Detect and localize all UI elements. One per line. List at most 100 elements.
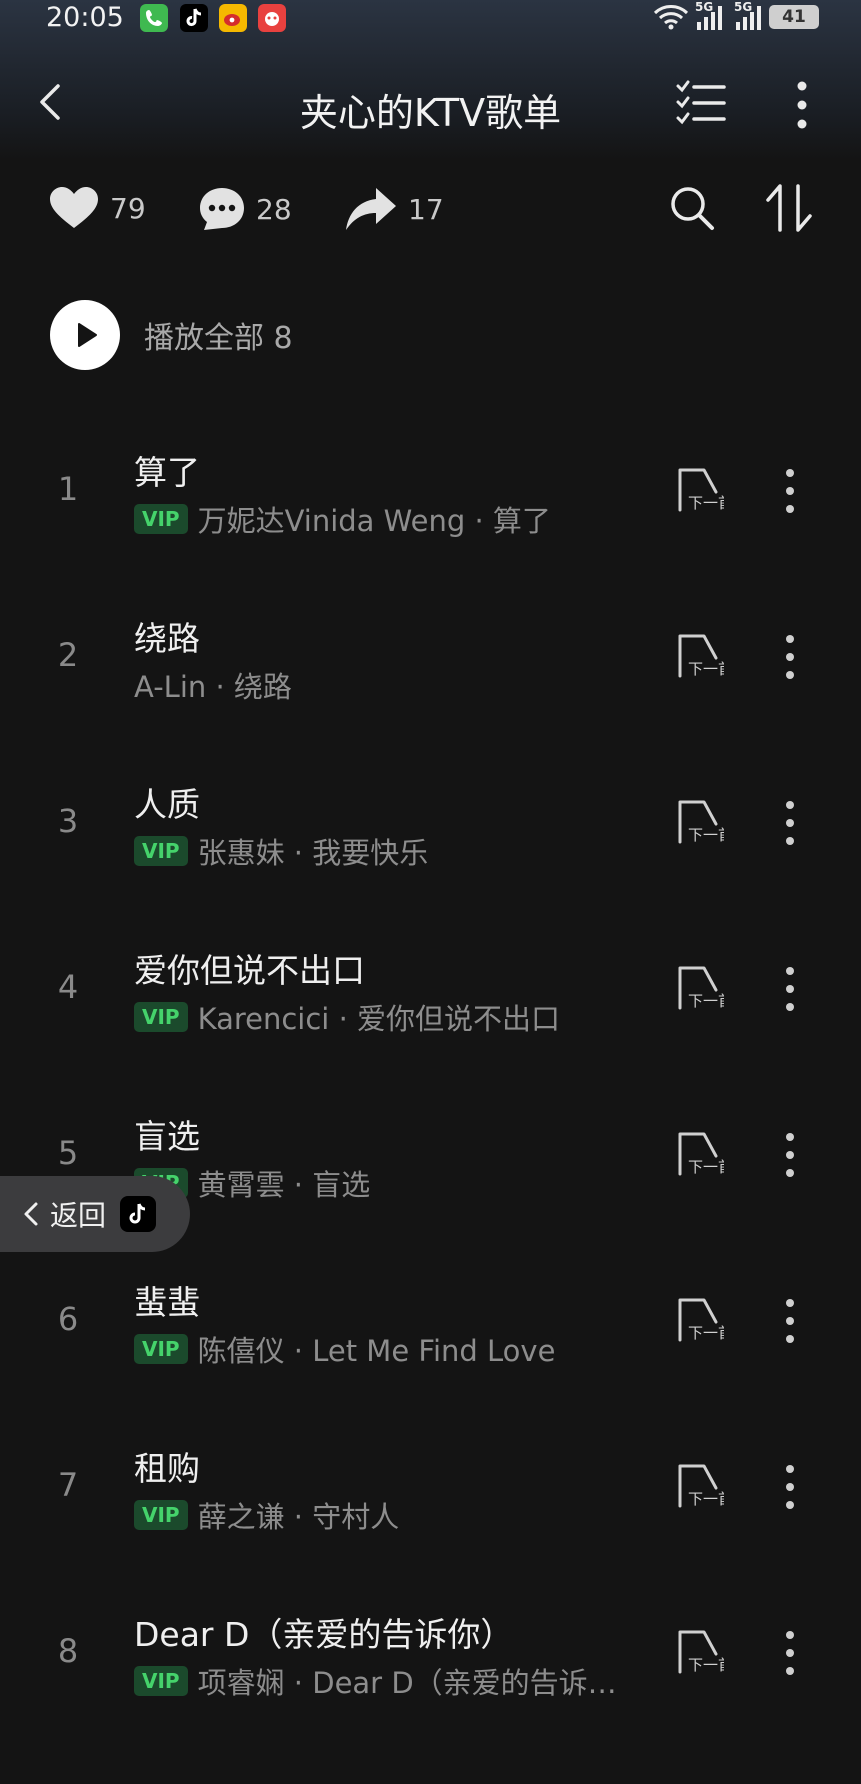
song-index: 8 — [57, 1632, 79, 1670]
artist-album: 薛之谦 · 守村人 — [197, 1500, 400, 1534]
status-indicators: 5G 5G 41 — [653, 0, 819, 30]
song-index: 3 — [57, 802, 79, 840]
like-button[interactable]: 79 — [48, 186, 146, 230]
play-next-icon: 下一首 — [678, 1464, 733, 1508]
comment-button[interactable]: 28 — [198, 186, 292, 232]
artist-album: Karencici · 爱你但说不出口 — [197, 1002, 561, 1036]
song-index: 1 — [57, 470, 79, 508]
more-options-button[interactable] — [780, 80, 824, 130]
song-options-button[interactable] — [770, 634, 810, 680]
play-next-button[interactable]: 下一首 — [674, 632, 733, 680]
song-title: Dear D（亲爱的告诉你） — [134, 1615, 514, 1654]
svg-text:下一首: 下一首 — [688, 1324, 724, 1342]
share-count: 17 — [408, 192, 444, 226]
play-next-button[interactable]: 下一首 — [674, 964, 733, 1012]
svg-text:下一首: 下一首 — [688, 1158, 724, 1176]
song-row[interactable]: 8 Dear D（亲爱的告诉你） VIP 项睿娴 · Dear D（亲爱的告诉… 下一首 — [0, 1594, 861, 1760]
play-next-icon: 下一首 — [678, 634, 733, 678]
status-time: 20:05 — [46, 2, 124, 33]
phone-app-icon — [140, 4, 168, 32]
vip-badge: VIP — [134, 1002, 188, 1032]
song-row[interactable]: 6 蜚蜚 VIP 陈僖仪 · Let Me Find Love 下一首 — [0, 1262, 861, 1428]
more-vertical-icon — [786, 1299, 794, 1343]
song-title: 爱你但说不出口 — [134, 951, 365, 990]
sort-button[interactable] — [762, 182, 816, 234]
more-vertical-icon — [797, 81, 807, 129]
chevron-left-icon — [24, 1202, 38, 1226]
song-options-button[interactable] — [770, 800, 810, 846]
song-row[interactable]: 7 租购 VIP 薛之谦 · 守村人 下一首 — [0, 1428, 861, 1594]
share-icon — [346, 188, 396, 230]
song-title: 蜚蜚 — [134, 1283, 200, 1322]
comment-count: 28 — [256, 192, 292, 226]
share-button[interactable]: 17 — [344, 186, 444, 232]
play-next-button[interactable]: 下一首 — [674, 1628, 733, 1676]
play-all-label: 播放全部 8 — [144, 321, 293, 356]
song-options-button[interactable] — [770, 966, 810, 1012]
heart-icon — [50, 187, 98, 228]
artist-album: 项睿娴 · Dear D（亲爱的告诉… — [197, 1666, 617, 1700]
song-meta: VIP 万妮达Vinida Weng · 算了 — [134, 498, 551, 540]
multi-select-button[interactable] — [674, 78, 728, 128]
status-bar: 20:05 5G 5G 41 — [0, 0, 861, 40]
playlist-actions: 79 28 17 — [0, 178, 861, 238]
play-next-button[interactable]: 下一首 — [674, 1296, 733, 1344]
play-next-button[interactable]: 下一首 — [674, 1462, 733, 1510]
return-to-douyin-button[interactable]: 返回 — [0, 1176, 190, 1252]
song-options-button[interactable] — [770, 1298, 810, 1344]
more-vertical-icon — [786, 635, 794, 679]
artist-album: A-Lin · 绕路 — [134, 670, 292, 704]
cellular-signal-2-icon: 5G — [734, 0, 761, 30]
song-options-button[interactable] — [770, 468, 810, 514]
song-row[interactable]: 3 人质 VIP 张惠妹 · 我要快乐 下一首 — [0, 764, 861, 930]
song-meta: VIP 薛之谦 · 守村人 — [134, 1494, 399, 1536]
song-row[interactable]: 2 绕路 A-Lin · 绕路 下一首 — [0, 598, 861, 764]
song-meta: VIP 项睿娴 · Dear D（亲爱的告诉… — [134, 1660, 617, 1702]
song-index: 2 — [57, 636, 79, 674]
song-options-button[interactable] — [770, 1630, 810, 1676]
song-index: 7 — [57, 1466, 79, 1504]
song-options-button[interactable] — [770, 1464, 810, 1510]
like-count: 79 — [110, 191, 146, 225]
battery-indicator: 41 — [769, 5, 819, 29]
vip-badge: VIP — [134, 1500, 188, 1530]
song-title: 人质 — [134, 785, 200, 824]
top-app-bar: 夹心的KTV歌单 — [0, 60, 861, 150]
svg-text:下一首: 下一首 — [688, 660, 724, 678]
artist-album: 万妮达Vinida Weng · 算了 — [197, 504, 551, 538]
song-row[interactable]: 1 算了 VIP 万妮达Vinida Weng · 算了 下一首 — [0, 432, 861, 598]
song-title: 算了 — [134, 453, 200, 492]
play-icon — [78, 323, 97, 347]
wifi-icon — [653, 5, 689, 30]
play-all-button[interactable]: 播放全部 8 — [50, 300, 293, 370]
song-index: 5 — [57, 1134, 79, 1172]
more-vertical-icon — [786, 967, 794, 1011]
douyin-app-icon — [180, 4, 208, 32]
play-next-button[interactable]: 下一首 — [674, 1130, 733, 1178]
play-next-button[interactable]: 下一首 — [674, 466, 733, 514]
play-next-icon: 下一首 — [678, 800, 733, 844]
search-button[interactable] — [668, 184, 716, 232]
song-row[interactable]: 4 爱你但说不出口 VIP Karencici · 爱你但说不出口 下一首 — [0, 930, 861, 1096]
artist-album: 黄霄雲 · 盲选 — [197, 1168, 371, 1202]
play-next-button[interactable]: 下一首 — [674, 798, 733, 846]
song-meta: VIP 陈僖仪 · Let Me Find Love — [134, 1328, 555, 1370]
checklist-icon — [676, 80, 726, 125]
game-app-icon — [258, 4, 286, 32]
comment-icon — [200, 188, 244, 230]
return-label: 返回 — [50, 1199, 107, 1232]
song-index: 6 — [57, 1300, 79, 1338]
song-options-button[interactable] — [770, 1132, 810, 1178]
song-index: 4 — [57, 968, 79, 1006]
song-title: 租购 — [134, 1449, 200, 1488]
more-vertical-icon — [786, 1465, 794, 1509]
weibo-app-icon — [219, 4, 247, 32]
song-meta: VIP Karencici · 爱你但说不出口 — [134, 996, 560, 1038]
more-vertical-icon — [786, 469, 794, 513]
vip-badge: VIP — [134, 1666, 188, 1696]
svg-text:下一首: 下一首 — [688, 992, 724, 1010]
vip-badge: VIP — [134, 1334, 188, 1364]
artist-album: 陈僖仪 · Let Me Find Love — [197, 1334, 556, 1368]
play-next-icon: 下一首 — [678, 966, 733, 1010]
page-title: 夹心的KTV歌单 — [299, 91, 562, 135]
